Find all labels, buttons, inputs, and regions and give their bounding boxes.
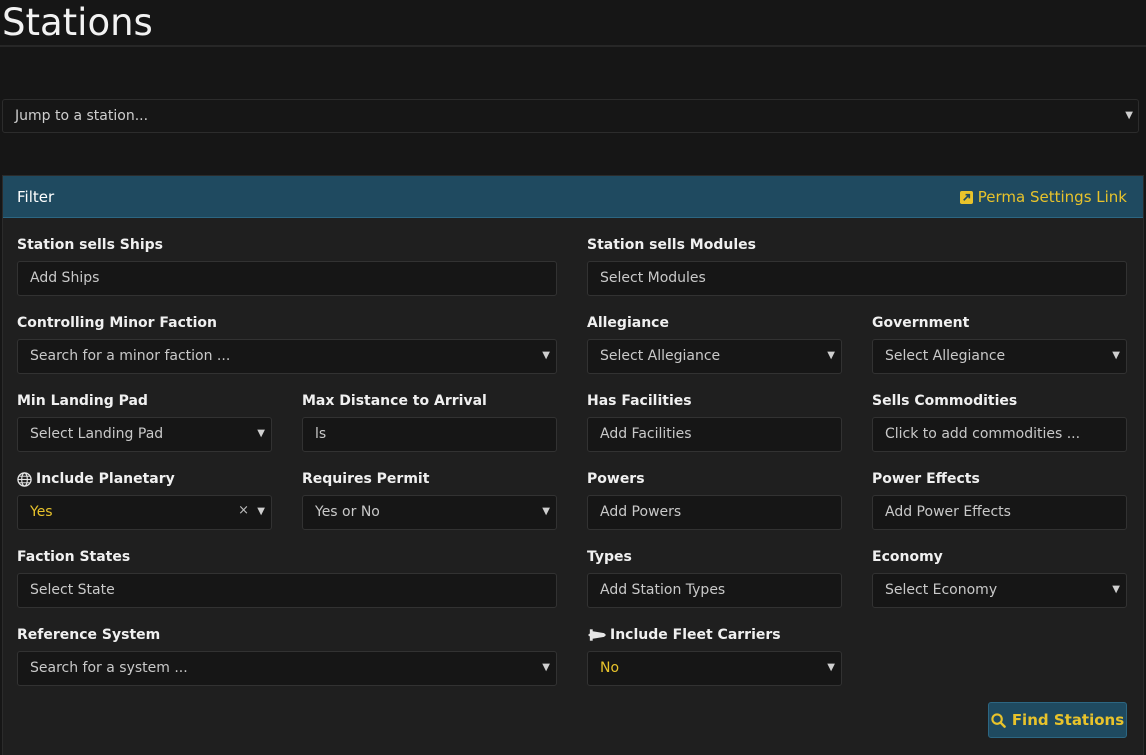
reference-system-select[interactable]: Search for a system ... ▼ (17, 651, 557, 686)
economy-select[interactable]: Select Economy ▼ (872, 573, 1127, 608)
commodities-placeholder: Click to add commodities ... (885, 426, 1081, 442)
power-effects-label: Power Effects (872, 471, 980, 487)
minor-faction-select[interactable]: Search for a minor faction ... ▼ (17, 339, 557, 374)
ships-input[interactable]: Add Ships (17, 261, 557, 296)
faction-states-label: Faction States (17, 549, 131, 565)
government-label: Government (872, 315, 970, 331)
government-select[interactable]: Select Allegiance ▼ (872, 339, 1127, 374)
facilities-label: Has Facilities (587, 393, 692, 409)
perma-settings-link[interactable]: Perma Settings Link (959, 188, 1127, 206)
modules-placeholder: Select Modules (600, 270, 706, 286)
fleet-carriers-label: Include Fleet Carriers (587, 627, 781, 643)
permit-label: Requires Permit (302, 471, 430, 487)
types-input[interactable]: Add Station Types (587, 573, 842, 608)
facilities-input[interactable]: Add Facilities (587, 417, 842, 452)
powers-placeholder: Add Powers (600, 504, 682, 520)
ships-label: Station sells Ships (17, 237, 164, 253)
planetary-label-text: Include Planetary (36, 471, 175, 487)
perma-link-label: Perma Settings Link (977, 188, 1127, 206)
globe-icon (17, 471, 32, 487)
max-distance-input[interactable]: ls (302, 417, 557, 452)
landing-pad-label: Min Landing Pad (17, 393, 148, 409)
chevron-down-icon: ▼ (542, 506, 550, 517)
allegiance-select[interactable]: Select Allegiance ▼ (587, 339, 842, 374)
chevron-down-icon: ▼ (257, 506, 265, 517)
chevron-down-icon: ▼ (257, 428, 265, 439)
find-stations-label: Find Stations (1011, 711, 1125, 729)
page-title: Stations (2, 1, 153, 44)
max-distance-label: Max Distance to Arrival (302, 393, 487, 409)
chevron-down-icon: ▼ (1112, 584, 1120, 595)
landing-pad-select[interactable]: Select Landing Pad ▼ (17, 417, 272, 452)
fleet-carriers-label-text: Include Fleet Carriers (610, 627, 781, 643)
chevron-down-icon: ▼ (542, 662, 550, 673)
types-placeholder: Add Station Types (600, 582, 726, 598)
clear-icon[interactable]: × (238, 503, 249, 518)
planetary-value: Yes (30, 504, 53, 520)
chevron-down-icon: ▼ (1125, 110, 1133, 121)
jump-to-station-select[interactable]: Jump to a station... ▼ (2, 99, 1139, 133)
modules-input[interactable]: Select Modules (587, 261, 1127, 296)
find-stations-button[interactable]: Find Stations (988, 702, 1127, 738)
fleet-carrier-icon (587, 629, 606, 641)
chevron-down-icon: ▼ (1112, 350, 1120, 361)
filter-header: Filter Perma Settings Link (3, 176, 1143, 218)
landing-pad-placeholder: Select Landing Pad (30, 426, 164, 442)
chevron-down-icon: ▼ (542, 350, 550, 361)
filter-panel: Filter Perma Settings Link Station sells… (2, 175, 1144, 755)
minor-faction-label: Controlling Minor Faction (17, 315, 217, 331)
allegiance-placeholder: Select Allegiance (600, 348, 721, 364)
modules-label: Station sells Modules (587, 237, 756, 253)
facilities-placeholder: Add Facilities (600, 426, 692, 442)
permit-select[interactable]: Yes or No ▼ (302, 495, 557, 530)
ships-placeholder: Add Ships (30, 270, 100, 286)
chevron-down-icon: ▼ (827, 350, 835, 361)
commodities-label: Sells Commodities (872, 393, 1018, 409)
planetary-label: Include Planetary (17, 471, 175, 487)
powers-input[interactable]: Add Powers (587, 495, 842, 530)
power-effects-placeholder: Add Power Effects (885, 504, 1011, 520)
planetary-select[interactable]: Yes × ▼ (17, 495, 272, 530)
powers-label: Powers (587, 471, 645, 487)
fleet-carriers-value: No (600, 660, 620, 676)
faction-states-placeholder: Select State (30, 582, 115, 598)
economy-label: Economy (872, 549, 943, 565)
jump-placeholder: Jump to a station... (15, 108, 149, 124)
faction-states-input[interactable]: Select State (17, 573, 557, 608)
power-effects-input[interactable]: Add Power Effects (872, 495, 1127, 530)
government-placeholder: Select Allegiance (885, 348, 1006, 364)
fleet-carriers-select[interactable]: No ▼ (587, 651, 842, 686)
reference-system-placeholder: Search for a system ... (30, 660, 188, 676)
chevron-down-icon: ▼ (827, 662, 835, 673)
external-link-icon (959, 190, 973, 204)
commodities-input[interactable]: Click to add commodities ... (872, 417, 1127, 452)
reference-system-label: Reference System (17, 627, 161, 643)
permit-placeholder: Yes or No (315, 504, 380, 520)
title-divider (0, 45, 1146, 47)
minor-faction-placeholder: Search for a minor faction ... (30, 348, 231, 364)
max-distance-placeholder: ls (315, 426, 327, 442)
allegiance-label: Allegiance (587, 315, 669, 331)
economy-placeholder: Select Economy (885, 582, 998, 598)
search-icon (991, 712, 1006, 728)
filter-title: Filter (17, 188, 55, 206)
types-label: Types (587, 549, 632, 565)
